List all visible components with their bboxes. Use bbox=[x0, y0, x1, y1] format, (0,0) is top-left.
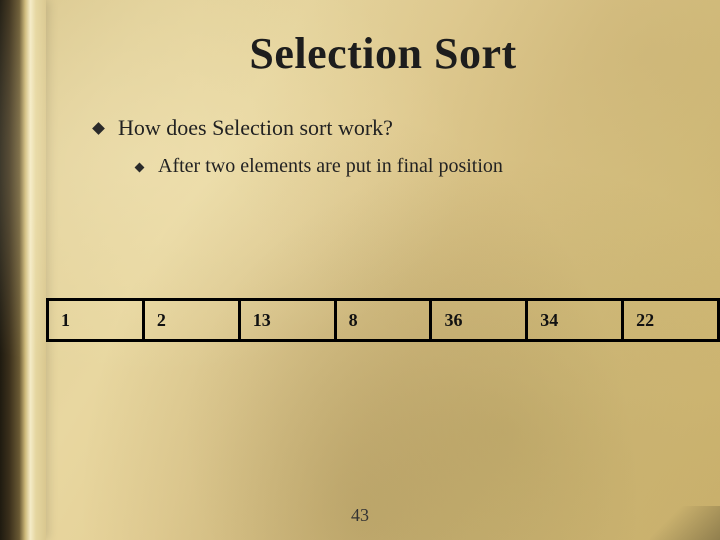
array-cell: 2 bbox=[145, 301, 241, 339]
array-cell: 34 bbox=[528, 301, 624, 339]
book-spine bbox=[0, 0, 46, 540]
array-cell: 22 bbox=[624, 301, 720, 339]
bullet-level1-item: How does Selection sort work? After two … bbox=[94, 113, 680, 180]
slide-content: Selection Sort How does Selection sort w… bbox=[46, 0, 720, 540]
bullet-level1-text: How does Selection sort work? bbox=[118, 115, 393, 140]
diamond-bullet-icon bbox=[92, 123, 105, 136]
array-cell: 1 bbox=[46, 301, 145, 339]
array-cell: 8 bbox=[337, 301, 433, 339]
array-cell: 36 bbox=[432, 301, 528, 339]
slide-title: Selection Sort bbox=[86, 28, 680, 79]
bullet-level2-item: After two elements are put in final posi… bbox=[136, 153, 680, 180]
bullet-level2-text: After two elements are put in final posi… bbox=[158, 155, 503, 177]
array-visualization: 1 2 13 8 36 34 22 bbox=[46, 298, 720, 342]
page-number: 43 bbox=[0, 505, 720, 526]
slide-page: Selection Sort How does Selection sort w… bbox=[0, 0, 720, 540]
bullet-list-level2: After two elements are put in final posi… bbox=[118, 153, 680, 180]
array-cell: 13 bbox=[241, 301, 337, 339]
diamond-bullet-icon bbox=[135, 162, 145, 172]
bullet-list-level1: How does Selection sort work? After two … bbox=[86, 113, 680, 180]
